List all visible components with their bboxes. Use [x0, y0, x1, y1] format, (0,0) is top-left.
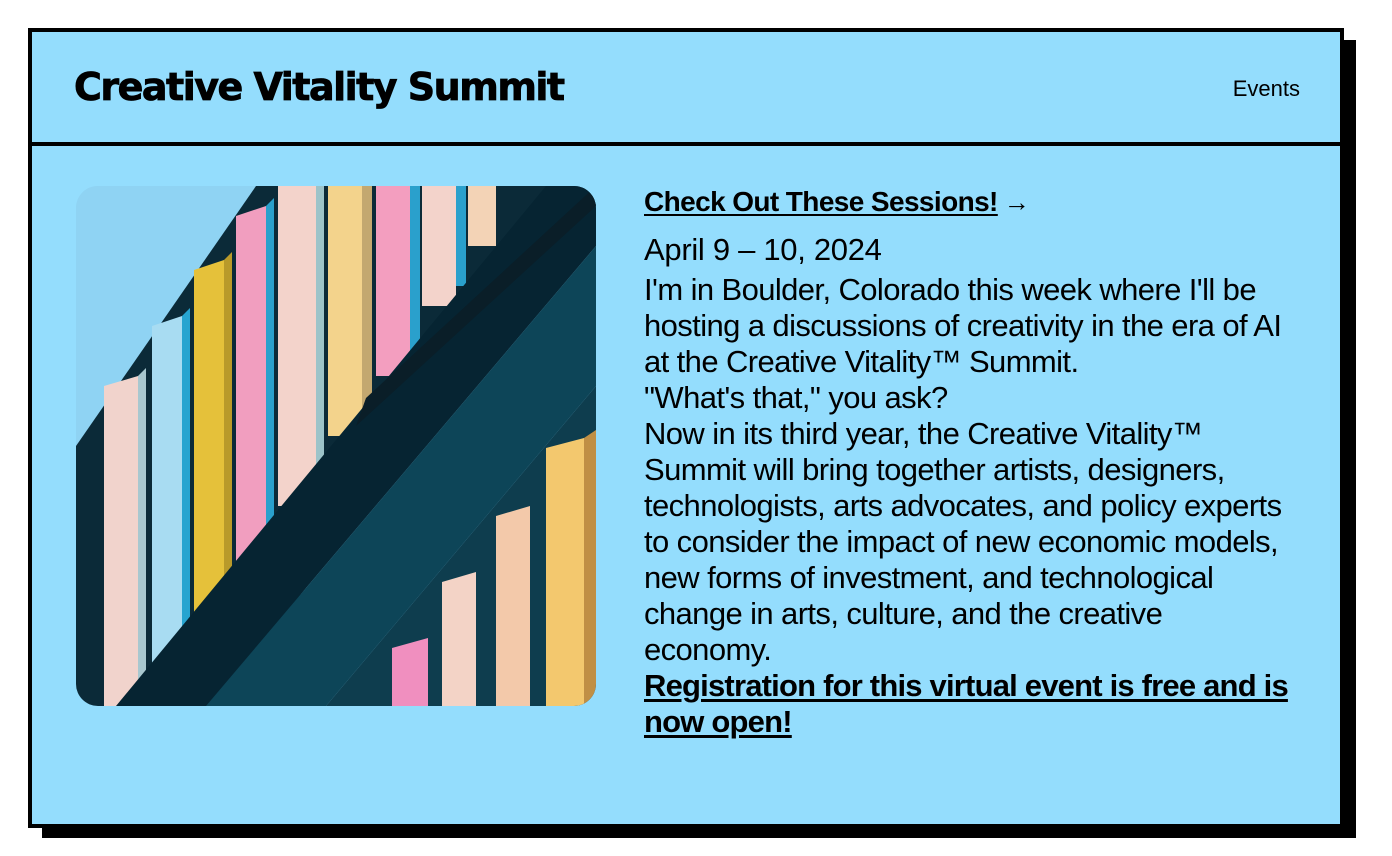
site-header: Creative Vitality Summit Events [32, 32, 1340, 146]
nav-events-link[interactable]: Events [1233, 76, 1300, 102]
post-card-wrapper: Creative Vitality Summit Events Check Ou… [28, 28, 1356, 838]
question-paragraph: "What's that," you ask? [644, 380, 948, 415]
intro-paragraph: I'm in Boulder, Colorado this week where… [644, 272, 1282, 379]
post-card: Creative Vitality Summit Events Check Ou… [28, 28, 1344, 828]
post-body: Check Out These Sessions! → April 9 – 10… [32, 146, 1340, 740]
event-date: April 9 – 10, 2024 [644, 232, 882, 267]
arrow-right-icon: → [1003, 186, 1030, 217]
registration-link[interactable]: Registration for this virtual event is f… [644, 668, 1296, 740]
sessions-link[interactable]: Check Out These Sessions! → [644, 186, 1030, 218]
event-image [76, 186, 596, 706]
post-content: Check Out These Sessions! → April 9 – 10… [644, 186, 1296, 740]
sessions-link-label: Check Out These Sessions! [644, 186, 998, 217]
site-title[interactable]: Creative Vitality Summit [74, 65, 566, 110]
description-paragraph: Now in its third year, the Creative Vita… [644, 416, 1282, 667]
